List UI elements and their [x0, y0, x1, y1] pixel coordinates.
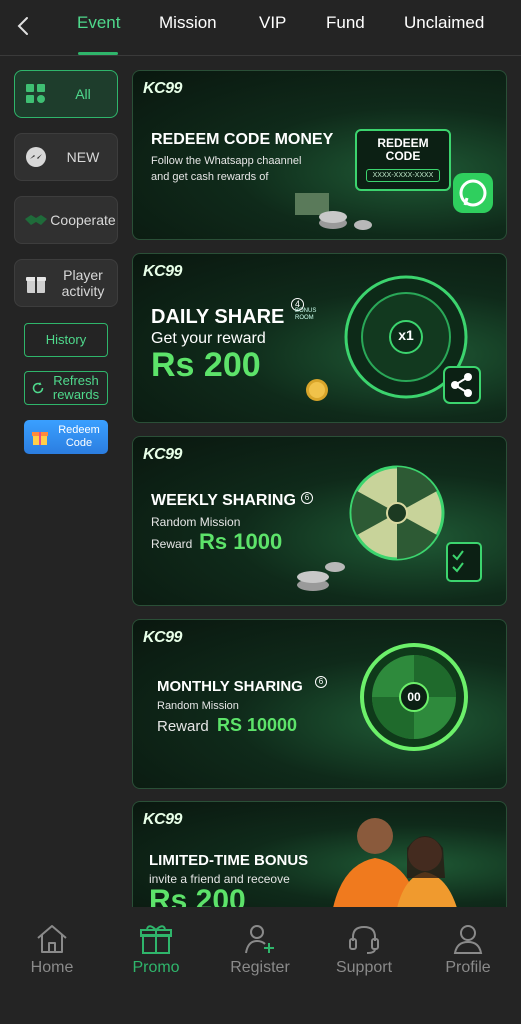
brand-logo: KC99: [143, 80, 182, 97]
nav-register[interactable]: Register: [220, 923, 300, 977]
banner-subtitle: Follow the Whatsapp chaannel: [151, 155, 302, 167]
nav-label: Register: [230, 959, 290, 976]
banner-weekly-sharing[interactable]: KC99 WEEKLY SHARING 6 Random Mission Rew…: [132, 436, 507, 606]
brand-logo: KC99: [143, 629, 182, 646]
reward-label: Reward: [157, 718, 209, 735]
grid-icon: [23, 81, 49, 107]
redeem-code-box: REDEEM CODE XXXX-XXXX-XXXX: [355, 129, 451, 191]
sidebar-item-label: Cooperate: [50, 212, 116, 228]
redeem-code-label: Redeem Code: [58, 424, 100, 449]
top-navigation: Event Mission VIP Fund Unclaimed: [0, 0, 521, 56]
banner-title: REDEEM CODE MONEY: [151, 131, 334, 148]
coin-stack-icon: [293, 183, 373, 238]
wheel-center-label: 00: [407, 690, 421, 704]
nav-label: Home: [30, 959, 74, 976]
reward-label: Reward: [151, 537, 193, 551]
banner-monthly-sharing[interactable]: KC99 MONTHLY SHARING 6 Random Mission Re…: [132, 619, 507, 789]
share-icon: [443, 366, 481, 409]
nav-label: Support: [335, 959, 393, 976]
tab-mission[interactable]: Mission: [159, 13, 217, 33]
prize-wheel-icon: 00: [359, 642, 469, 752]
banner-subtitle: and get cash rewards of: [151, 171, 269, 183]
brand-logo: KC99: [143, 263, 182, 280]
clipboard-icon: [445, 537, 483, 588]
brand-logo: KC99: [143, 446, 182, 463]
whatsapp-icon: [451, 171, 495, 220]
wheel-center-label: x1: [398, 327, 414, 343]
reward-amount: Rs 200: [149, 884, 246, 907]
promo-people-image: [313, 808, 473, 907]
prize-wheel-icon: [347, 461, 447, 576]
nav-label: Profile: [445, 959, 491, 976]
sidebar-item-cooperate[interactable]: Cooperate: [14, 196, 118, 244]
coin-stack-icon: [293, 547, 349, 598]
sidebar-item-label: Player activity: [61, 267, 105, 299]
handshake-icon: [23, 207, 49, 233]
gift-icon: [140, 925, 172, 954]
banner-subtitle: Random Mission: [151, 515, 241, 529]
add-user-icon: [245, 925, 274, 954]
headset-icon: [349, 925, 379, 954]
nav-home[interactable]: Home: [12, 923, 92, 977]
profile-icon: [453, 925, 483, 954]
bonus-room-label: BONUS ROOM: [295, 308, 317, 321]
nav-profile[interactable]: Profile: [428, 923, 508, 977]
sidebar-item-label: NEW: [66, 149, 100, 165]
sidebar-item-all[interactable]: All: [14, 70, 118, 118]
banner-subtitle: Random Mission: [157, 700, 239, 712]
nav-promo[interactable]: Promo: [116, 923, 196, 977]
back-arrow-icon[interactable]: [10, 12, 38, 40]
rupee-coin-icon: [305, 378, 329, 407]
bottom-navigation: Home Promo Register Support Profile: [0, 907, 521, 1024]
tab-vip[interactable]: VIP: [259, 13, 286, 33]
gift-icon: [23, 270, 49, 296]
badge-number: 6: [315, 676, 327, 688]
refresh-rewards-button[interactable]: Refresh rewards: [24, 371, 108, 405]
brand-logo: KC99: [143, 811, 182, 828]
nav-support[interactable]: Support: [324, 923, 404, 977]
active-tab-indicator: [78, 52, 118, 55]
banner-limited-time-bonus[interactable]: KC99 LIMITED-TIME BONUS invite a friend …: [132, 801, 507, 907]
redeem-box-title: REDEEM CODE: [377, 136, 429, 163]
history-button[interactable]: History: [24, 323, 108, 357]
banner-title: LIMITED-TIME BONUS: [149, 852, 309, 869]
sidebar-item-new[interactable]: NEW: [14, 133, 118, 181]
redeem-gift-icon: [30, 428, 50, 446]
messenger-icon: [23, 144, 49, 170]
banner-redeem-code-money[interactable]: KC99 REDEEM CODE MONEY Follow the Whatsa…: [132, 70, 507, 240]
redeem-code-button[interactable]: Redeem Code: [24, 420, 108, 454]
sidebar-item-player-activity[interactable]: Player activity: [14, 259, 118, 307]
tab-unclaimed[interactable]: Unclaimed: [404, 13, 484, 33]
refresh-rewards-label: Refresh rewards: [52, 373, 100, 402]
banner-title: WEEKLY SHARING: [151, 492, 296, 509]
nav-label: Promo: [132, 959, 180, 976]
banner-daily-share[interactable]: KC99 DAILY SHARE 4 Get your reward Rs 20…: [132, 253, 507, 423]
badge-number: 6: [301, 492, 313, 504]
tab-event[interactable]: Event: [77, 13, 120, 33]
refresh-icon: [31, 381, 45, 395]
reward-amount: Rs 200: [151, 346, 261, 384]
tab-fund[interactable]: Fund: [326, 13, 365, 33]
banner-title: MONTHLY SHARING: [157, 678, 303, 695]
banner-title: DAILY SHARE: [151, 306, 285, 328]
sidebar-item-label: All: [75, 86, 91, 102]
home-icon: [37, 925, 67, 953]
history-label: History: [45, 332, 87, 347]
reward-amount: Rs 1000: [199, 529, 283, 554]
reward-amount: RS 10000: [217, 715, 298, 735]
redeem-box-code: XXXX-XXXX-XXXX: [366, 169, 440, 182]
